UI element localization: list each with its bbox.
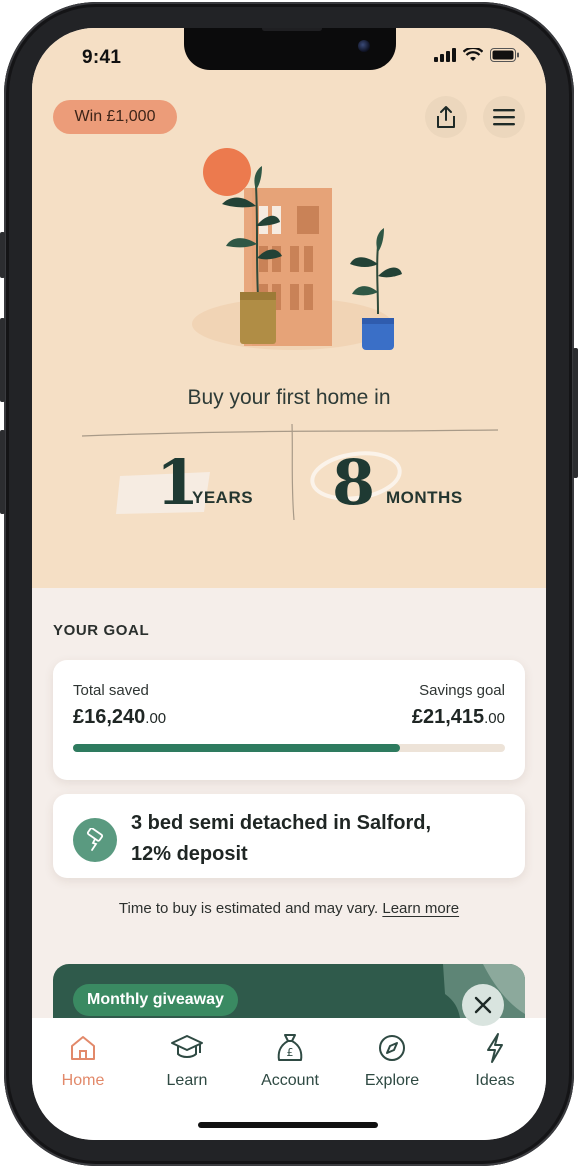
disclaimer: Time to buy is estimated and may vary. L… xyxy=(32,900,546,917)
years-unit: YEARS xyxy=(192,488,254,507)
savings-goal-amount: £21,415.00 xyxy=(412,706,505,729)
battery-icon xyxy=(490,48,519,62)
tab-explore-label: Explore xyxy=(364,1072,420,1089)
share-icon xyxy=(437,106,455,128)
speaker xyxy=(262,28,322,31)
money-bag-icon: £ xyxy=(277,1034,303,1061)
tab-learn[interactable]: Learn xyxy=(142,1032,232,1090)
tab-ideas-label: Ideas xyxy=(475,1072,515,1089)
property-goal-card[interactable]: 3 bed semi detached in Salford, 12% depo… xyxy=(53,794,525,878)
phone-side-button xyxy=(0,232,5,278)
front-camera xyxy=(358,40,370,52)
torn-paper-edge xyxy=(32,566,546,577)
learn-more-link[interactable]: Learn more xyxy=(382,900,459,917)
notch xyxy=(184,28,396,70)
total-saved-amount: £16,240.00 xyxy=(73,706,166,729)
months-unit: MONTHS xyxy=(386,488,463,507)
tab-home-label: Home xyxy=(61,1072,105,1089)
months-value: 8 xyxy=(332,446,376,519)
close-icon xyxy=(474,996,492,1014)
app-screen: 9:41 Win £1,000 Buy your first home in 1… xyxy=(32,28,546,1140)
savings-goal-main: £21,415 xyxy=(411,706,485,728)
home-icon xyxy=(71,1036,95,1060)
phone-power-button xyxy=(573,348,578,478)
lightning-icon xyxy=(487,1033,503,1063)
home-illustration xyxy=(192,148,402,350)
headline: Buy your first home in xyxy=(187,386,391,409)
tab-learn-label: Learn xyxy=(166,1072,208,1089)
property-description: 3 bed semi detached in Salford, 12% depo… xyxy=(131,808,491,870)
total-saved-main: £16,240 xyxy=(73,706,146,728)
your-goal-heading: YOUR GOAL xyxy=(53,622,150,639)
disclaimer-text: Time to buy is estimated and may vary. xyxy=(118,900,379,917)
compass-icon xyxy=(379,1035,405,1061)
graduation-cap-icon xyxy=(171,1035,203,1058)
tab-account-label: Account xyxy=(261,1072,319,1089)
status-time: 9:41 xyxy=(82,47,122,68)
tab-explore[interactable]: Explore xyxy=(347,1032,437,1090)
tab-account[interactable]: £ Account xyxy=(245,1032,335,1090)
savings-goal-label: Savings goal xyxy=(419,682,505,699)
home-indicator xyxy=(198,1122,378,1128)
status-icons xyxy=(434,48,520,62)
phone-volume-down xyxy=(0,430,5,514)
tab-ideas[interactable]: Ideas xyxy=(450,1032,540,1090)
total-saved-label: Total saved xyxy=(73,682,149,699)
savings-progress-fill xyxy=(73,744,401,752)
savings-progress-bar xyxy=(73,744,505,752)
menu-icon xyxy=(493,109,515,126)
phone-volume-up xyxy=(0,318,5,402)
property-line-2: 12% deposit xyxy=(131,843,248,865)
menu-button[interactable] xyxy=(483,96,525,138)
total-saved-pence: .00 xyxy=(145,710,167,727)
win-promo-button[interactable]: Win £1,000 xyxy=(53,100,177,134)
tab-home[interactable]: Home xyxy=(38,1032,128,1090)
svg-text:£: £ xyxy=(287,1046,294,1059)
property-icon-badge xyxy=(73,818,117,862)
monthly-giveaway-label: Monthly giveaway xyxy=(73,984,238,1016)
share-button[interactable] xyxy=(425,96,467,138)
property-line-1: 3 bed semi detached in Salford, xyxy=(131,812,432,834)
paint-roller-icon xyxy=(86,828,104,851)
savings-goal-pence: .00 xyxy=(484,710,505,727)
wifi-icon xyxy=(463,48,483,61)
close-giveaway-button[interactable] xyxy=(462,984,504,1026)
savings-card[interactable]: Total saved Savings goal £16,240.00 £21,… xyxy=(53,660,525,780)
cellular-signal-icon xyxy=(434,48,456,62)
